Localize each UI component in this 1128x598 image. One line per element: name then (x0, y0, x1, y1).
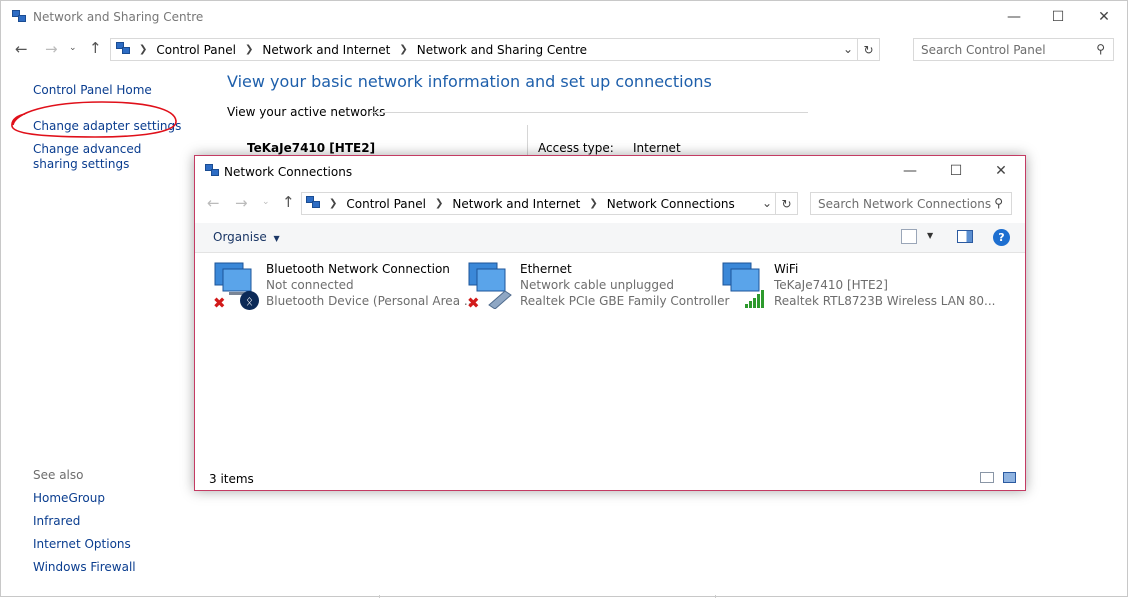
access-type-label: Access type: (538, 141, 614, 155)
inner-breadcrumb-network-internet[interactable]: Network and Internet (452, 197, 580, 211)
chevron-right-icon: ❯ (399, 44, 408, 55)
breadcrumb-network-sharing-centre[interactable]: Network and Sharing Centre (417, 43, 587, 57)
search-placeholder: Search Control Panel (921, 42, 1046, 57)
item-name: WiFi (774, 262, 799, 276)
item-device: Bluetooth Device (Personal Area ... (266, 294, 476, 308)
divider-vertical (527, 125, 528, 155)
item-name: Bluetooth Network Connection (266, 262, 450, 276)
search-icon[interactable]: ⚲ (994, 196, 1003, 210)
chevron-right-icon: ❯ (139, 44, 148, 55)
search-icon[interactable]: ⚲ (1096, 42, 1105, 56)
change-view-icon[interactable] (901, 229, 917, 244)
control-panel-icon (115, 41, 130, 58)
inner-back-arrow-icon[interactable]: ← (207, 194, 220, 212)
up-arrow-icon[interactable]: ↑ (89, 39, 102, 57)
inner-forward-arrow-icon[interactable]: → (235, 194, 248, 212)
network-connections-icon (204, 163, 219, 180)
breadcrumb-control-panel[interactable]: Control Panel (156, 43, 236, 57)
status-item-count: 3 items (209, 472, 254, 486)
large-icons-view-icon[interactable] (1003, 472, 1016, 483)
window-title: Network and Sharing Centre (33, 10, 204, 24)
item-status: TeKaJe7410 [HTE2] (774, 278, 888, 292)
inner-recent-dropdown-icon[interactable]: ⌄ (262, 197, 270, 207)
network-name: TeKaJe7410 [HTE2] (247, 141, 376, 155)
divider (371, 112, 808, 113)
chevron-right-icon: ❯ (244, 44, 254, 55)
help-icon[interactable]: ? (993, 229, 1010, 246)
active-networks-label: View your active networks (227, 105, 386, 119)
item-status: Not connected (266, 278, 354, 292)
network-connections-window: Network Connections — ☐ ✕ ← → ⌄ ↑ ❯ Cont… (194, 155, 1026, 491)
bluetooth-icon: ᛟ (240, 291, 259, 310)
breadcrumb-network-internet[interactable]: Network and Internet (262, 43, 390, 57)
disconnected-x-icon: ✖ (467, 294, 480, 312)
item-status: Network cable unplugged (520, 278, 675, 292)
organise-label: Organise (213, 230, 267, 244)
chevron-right-icon: ❯ (434, 198, 444, 209)
control-panel-icon (11, 9, 26, 26)
organise-button[interactable]: Organise ▼ (213, 230, 280, 244)
inner-window-title: Network Connections (224, 165, 353, 179)
inner-breadcrumb-control-panel[interactable]: Control Panel (346, 197, 426, 211)
command-bar: Organise ▼ ▼ ? (195, 223, 1025, 253)
homegroup-link[interactable]: HomeGroup (33, 491, 105, 505)
close-button[interactable]: ✕ (1081, 1, 1127, 33)
connection-item-ethernet[interactable]: ✖ Ethernet Network cable unplugged Realt… (465, 261, 729, 313)
windows-firewall-link[interactable]: Windows Firewall (33, 560, 136, 574)
annotation-circle (11, 101, 177, 138)
inner-minimize-button[interactable]: — (887, 156, 933, 186)
connection-item-bluetooth[interactable]: ✖ ᛟ Bluetooth Network Connection Not con… (211, 261, 475, 313)
details-view-icon[interactable] (980, 472, 994, 483)
view-dropdown-icon[interactable]: ▼ (927, 231, 933, 240)
minimize-button[interactable]: — (991, 1, 1037, 33)
chevron-right-icon: ❯ (589, 198, 598, 209)
internet-options-link[interactable]: Internet Options (33, 537, 131, 551)
chevron-down-icon[interactable]: ⌄ (843, 42, 853, 56)
address-bar[interactable]: ❯ Control Panel ❯ Network and Internet ❯… (110, 38, 880, 61)
inner-maximize-button[interactable]: ☐ (933, 156, 979, 186)
maximize-button[interactable]: ☐ (1035, 1, 1081, 33)
item-device: Realtek RTL8723B Wireless LAN 80... (774, 294, 996, 308)
chevron-right-icon: ❯ (329, 198, 338, 209)
item-name: Ethernet (520, 262, 572, 276)
chevron-down-icon[interactable]: ⌄ (762, 196, 772, 210)
item-device: Realtek PCIe GBE Family Controller (520, 294, 730, 308)
forward-arrow-icon[interactable]: → (45, 40, 58, 58)
caret-down-icon: ▼ (273, 234, 280, 243)
recent-dropdown-icon[interactable]: ⌄ (69, 43, 77, 53)
wifi-signal-icon (745, 290, 764, 308)
control-panel-icon (305, 195, 320, 212)
connection-item-wifi[interactable]: WiFi TeKaJe7410 [HTE2] Realtek RTL8723B … (719, 261, 995, 313)
preview-pane-icon[interactable] (957, 230, 973, 243)
search-network-connections-input[interactable]: Search Network Connections ⚲ (810, 192, 1012, 215)
refresh-icon[interactable]: ↻ (857, 39, 879, 60)
inner-up-arrow-icon[interactable]: ↑ (282, 193, 295, 211)
page-heading: View your basic network information and … (227, 72, 712, 91)
inner-close-button[interactable]: ✕ (978, 156, 1024, 186)
inner-breadcrumb-network-connections[interactable]: Network Connections (607, 197, 735, 211)
disconnected-x-icon: ✖ (213, 294, 226, 312)
back-arrow-icon[interactable]: ← (15, 40, 28, 58)
infrared-link[interactable]: Infrared (33, 514, 80, 528)
see-also-heading: See also (33, 468, 84, 482)
inner-refresh-icon[interactable]: ↻ (775, 193, 797, 214)
inner-search-placeholder: Search Network Connections (818, 196, 992, 211)
change-advanced-sharing-link[interactable]: Change advanced sharing settings (33, 142, 183, 172)
inner-address-bar[interactable]: ❯ Control Panel ❯ Network and Internet ❯… (301, 192, 798, 215)
control-panel-home-link[interactable]: Control Panel Home (33, 83, 152, 97)
search-control-panel-input[interactable]: Search Control Panel ⚲ (913, 38, 1114, 61)
access-type-value: Internet (633, 141, 681, 155)
